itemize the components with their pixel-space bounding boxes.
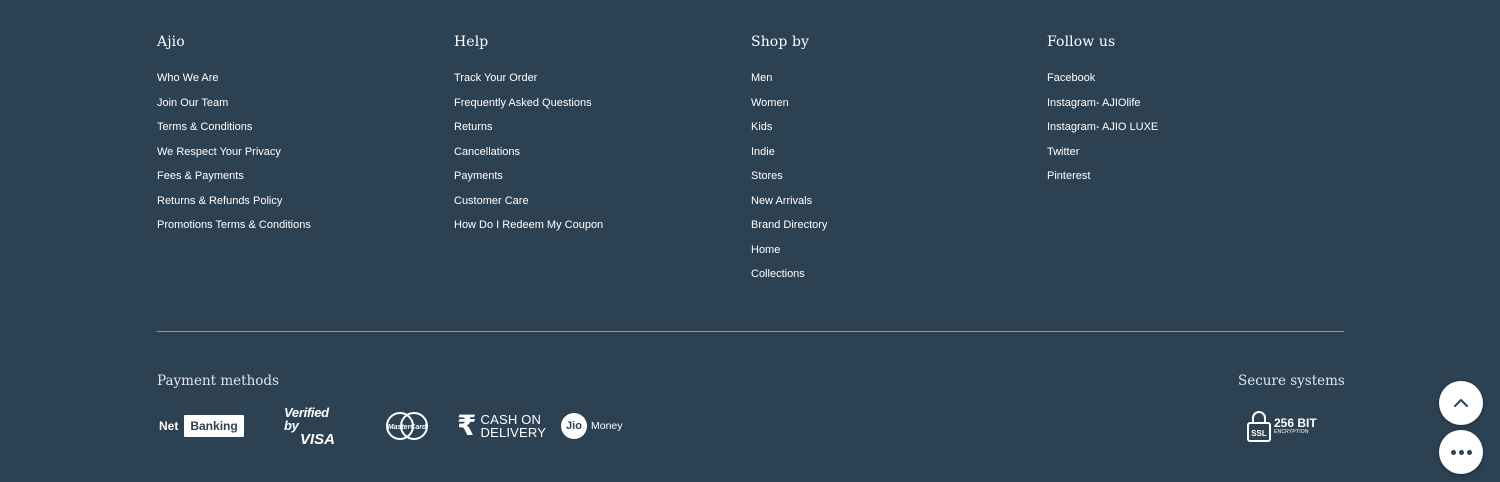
footer-link[interactable]: Pinterest <box>1047 169 1158 194</box>
encryption-label: ENCRYPTION <box>1274 429 1309 435</box>
scroll-to-top-button[interactable] <box>1439 381 1483 425</box>
footer-link[interactable]: Home <box>751 243 827 268</box>
footer-column-ajio: Ajio Who We Are Join Our Team Terms & Co… <box>157 34 311 243</box>
footer-column-help: Help Track Your Order Frequently Asked Q… <box>454 34 603 243</box>
cod-text: CASH ON DELIVERY <box>480 413 546 439</box>
footer-link[interactable]: Frequently Asked Questions <box>454 96 603 121</box>
column-title: Ajio <box>157 34 185 50</box>
footer-link[interactable]: Payments <box>454 169 603 194</box>
footer-link[interactable]: Instagram- AJIO LUXE <box>1047 120 1158 145</box>
footer-link[interactable]: We Respect Your Privacy <box>157 145 311 170</box>
column-title: Shop by <box>751 34 810 50</box>
column-title: Help <box>454 34 489 50</box>
footer-link[interactable]: Facebook <box>1047 71 1158 96</box>
footer-column-follow-us: Follow us Facebook Instagram- AJIOlife I… <box>1047 34 1158 194</box>
visa-line2: VISA <box>300 430 336 448</box>
jio-money-logo: Jio Money <box>561 408 623 444</box>
jio-label: Jio <box>561 413 587 439</box>
footer-link[interactable]: Kids <box>751 120 827 145</box>
footer-link[interactable]: Terms & Conditions <box>157 120 311 145</box>
footer-link[interactable]: Promotions Terms & Conditions <box>157 218 311 243</box>
footer-columns: Ajio Who We Are Join Our Team Terms & Co… <box>157 34 1347 294</box>
footer-link[interactable]: Men <box>751 71 827 96</box>
footer-divider <box>157 331 1344 332</box>
bit-text: 256 BIT ENCRYPTION <box>1274 417 1317 435</box>
banking-label: Banking <box>184 415 244 437</box>
mastercard-icon: MasterCard <box>386 412 428 440</box>
footer-link[interactable]: How Do I Redeem My Coupon <box>454 218 603 243</box>
more-options-button[interactable] <box>1439 430 1483 474</box>
bit-label: 256 BIT <box>1274 416 1317 430</box>
column-title: Follow us <box>1047 34 1116 50</box>
footer-link[interactable]: Women <box>751 96 827 121</box>
net-label: Net <box>159 419 179 433</box>
footer-link[interactable]: Who We Are <box>157 71 311 96</box>
jio-money-label: Money <box>591 420 623 432</box>
link-list: Who We Are Join Our Team Terms & Conditi… <box>157 71 311 243</box>
ssl-label: SSL <box>1251 429 1267 438</box>
footer-link[interactable]: New Arrivals <box>751 194 827 219</box>
mastercard-logo: MasterCard <box>383 408 431 444</box>
footer-column-shop-by: Shop by Men Women Kids Indie Stores New … <box>751 34 827 292</box>
footer-link[interactable]: Cancellations <box>454 145 603 170</box>
footer-link[interactable]: Collections <box>751 267 827 292</box>
mastercard-label: MasterCard <box>388 424 427 431</box>
footer-link[interactable]: Instagram- AJIOlife <box>1047 96 1158 121</box>
footer-link[interactable]: Fees & Payments <box>157 169 311 194</box>
footer-link[interactable]: Brand Directory <box>751 218 827 243</box>
link-list: Men Women Kids Indie Stores New Arrivals… <box>751 71 827 292</box>
cash-on-delivery-logo: ₹ CASH ON DELIVERY <box>457 408 546 444</box>
footer-link[interactable]: Returns <box>454 120 603 145</box>
footer-link[interactable]: Twitter <box>1047 145 1158 170</box>
visa-line1: Verified by <box>284 404 329 433</box>
chevron-up-icon <box>1454 399 1468 407</box>
more-dots-icon <box>1450 449 1472 455</box>
secure-systems-title: Secure systems <box>1238 373 1345 389</box>
footer-link[interactable]: Customer Care <box>454 194 603 219</box>
footer-link[interactable]: Indie <box>751 145 827 170</box>
footer-link[interactable]: Join Our Team <box>157 96 311 121</box>
cod-line2: DELIVERY <box>480 425 547 440</box>
footer-link[interactable]: Stores <box>751 169 827 194</box>
payment-methods-title: Payment methods <box>157 373 279 389</box>
footer-link[interactable]: Track Your Order <box>454 71 603 96</box>
ssl-256-bit-badge: SSL 256 BIT ENCRYPTION <box>1247 408 1317 444</box>
rupee-icon: ₹ <box>457 410 477 441</box>
link-list: Track Your Order Frequently Asked Questi… <box>454 71 603 243</box>
ssl-lock-icon: SSL <box>1247 411 1271 442</box>
link-list: Facebook Instagram- AJIOlife Instagram- … <box>1047 71 1158 194</box>
verified-by-visa-logo: Verified by VISA <box>284 404 336 448</box>
net-banking-logo: Net Banking <box>159 408 244 444</box>
footer-link[interactable]: Returns & Refunds Policy <box>157 194 311 219</box>
